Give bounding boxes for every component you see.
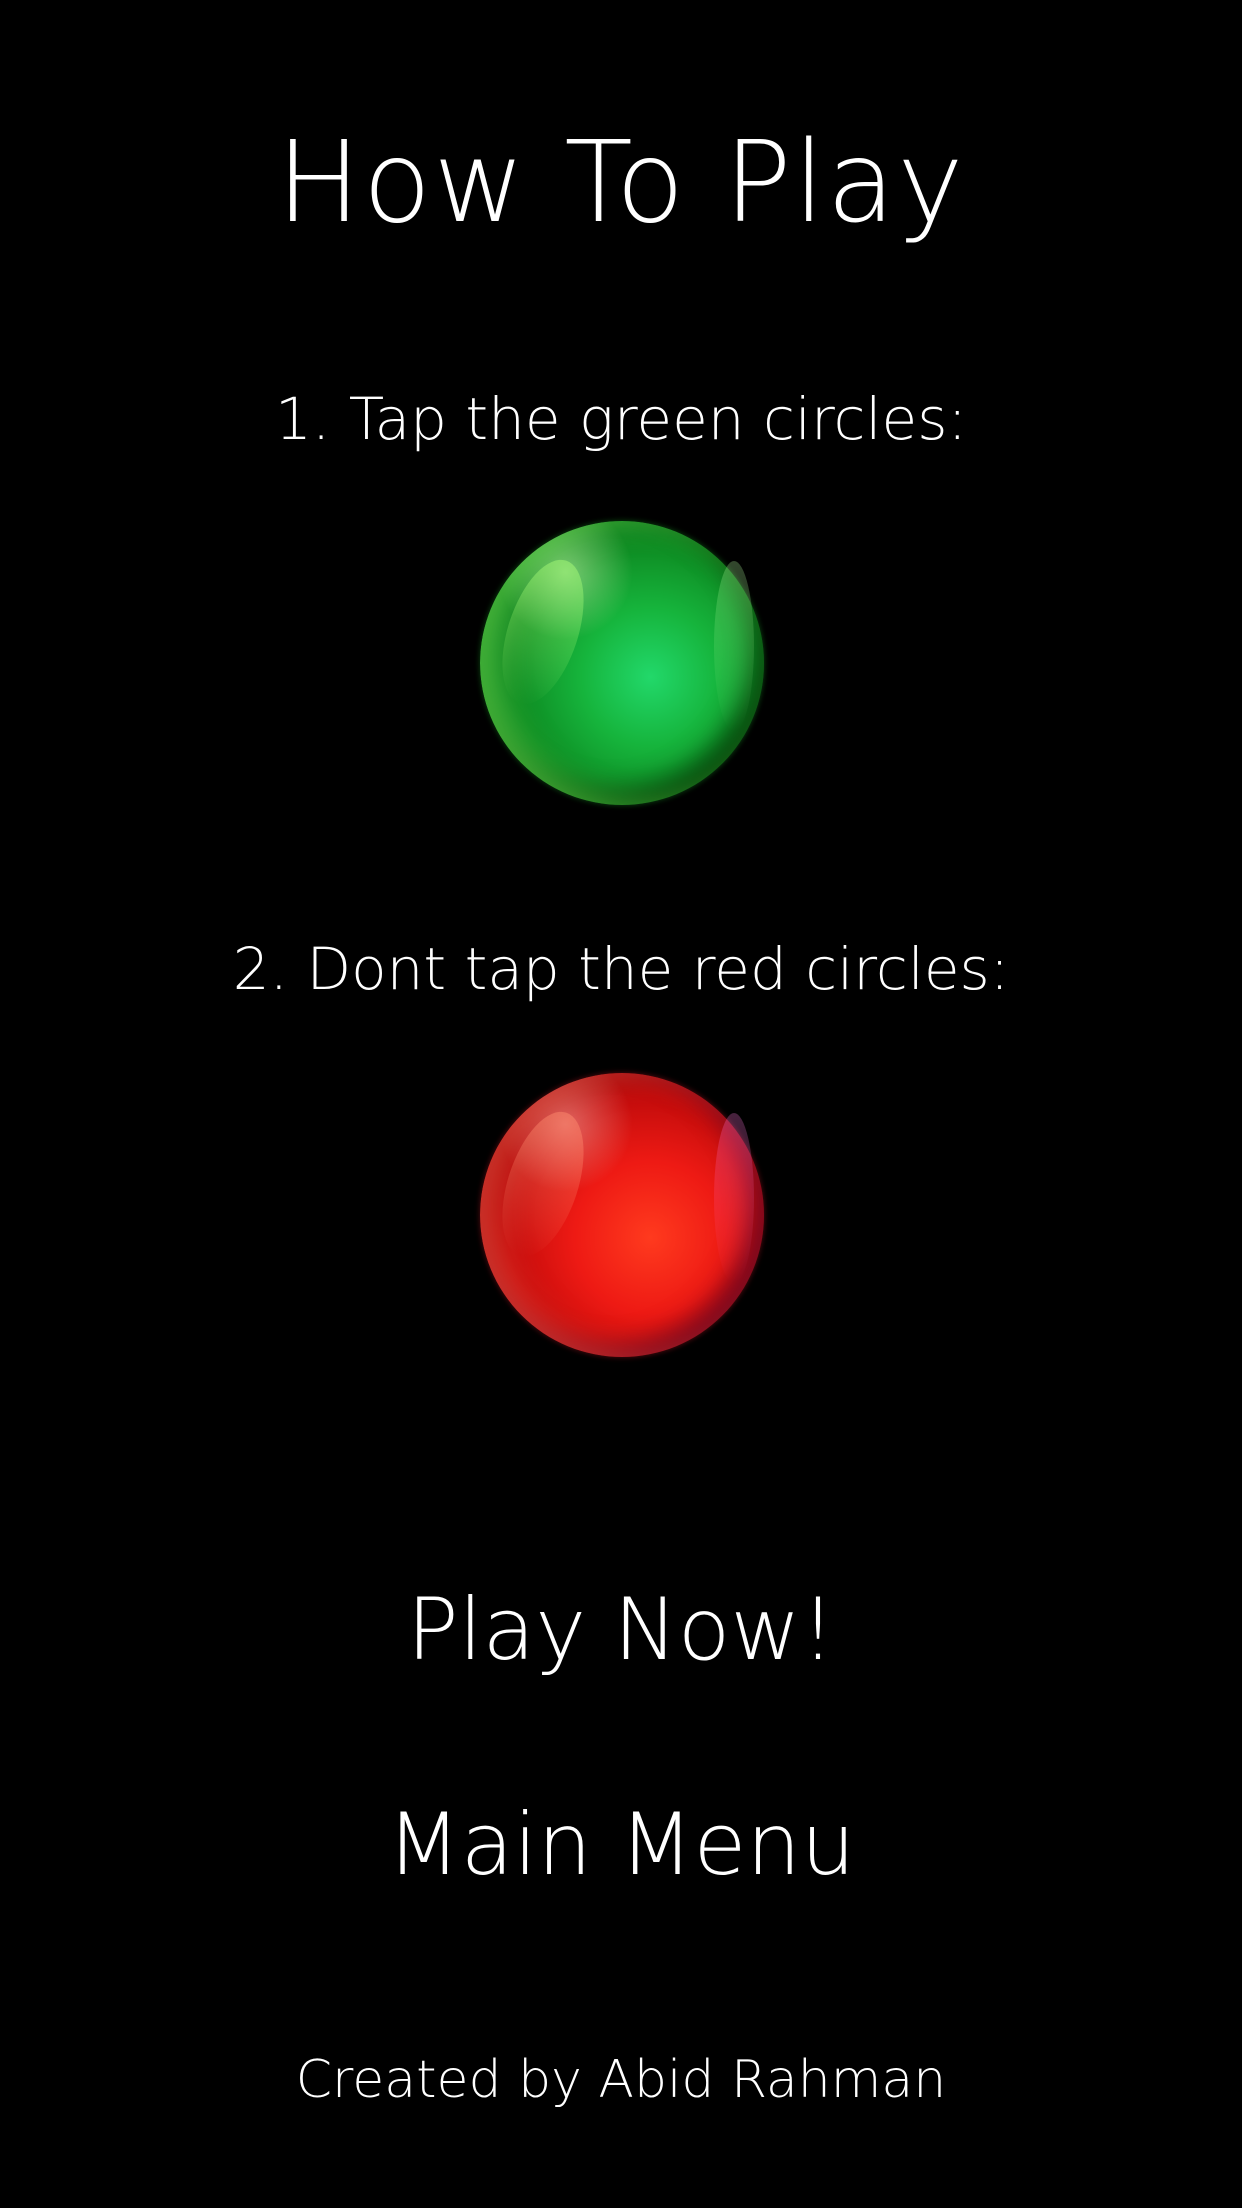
red-circle-rim: [714, 1113, 754, 1283]
red-circle-highlight: [486, 1101, 600, 1267]
instruction-step-2: 2. Dont tap the red circles:: [232, 935, 1010, 1003]
main-menu-button[interactable]: Main Menu: [0, 1795, 1242, 1895]
red-circle-icon: [480, 1073, 764, 1357]
page-title: How To Play: [276, 118, 966, 248]
how-to-play-screen: How To Play 1. Tap the green circles: 2.…: [0, 0, 1242, 2208]
play-now-button[interactable]: Play Now!: [0, 1580, 1242, 1680]
instruction-step-1: 1. Tap the green circles:: [275, 385, 967, 453]
green-circle-icon: [480, 521, 764, 805]
green-circle-highlight: [486, 549, 600, 715]
credit-text: Created by Abid Rahman: [295, 2050, 947, 2110]
green-circle-rim: [714, 561, 754, 731]
